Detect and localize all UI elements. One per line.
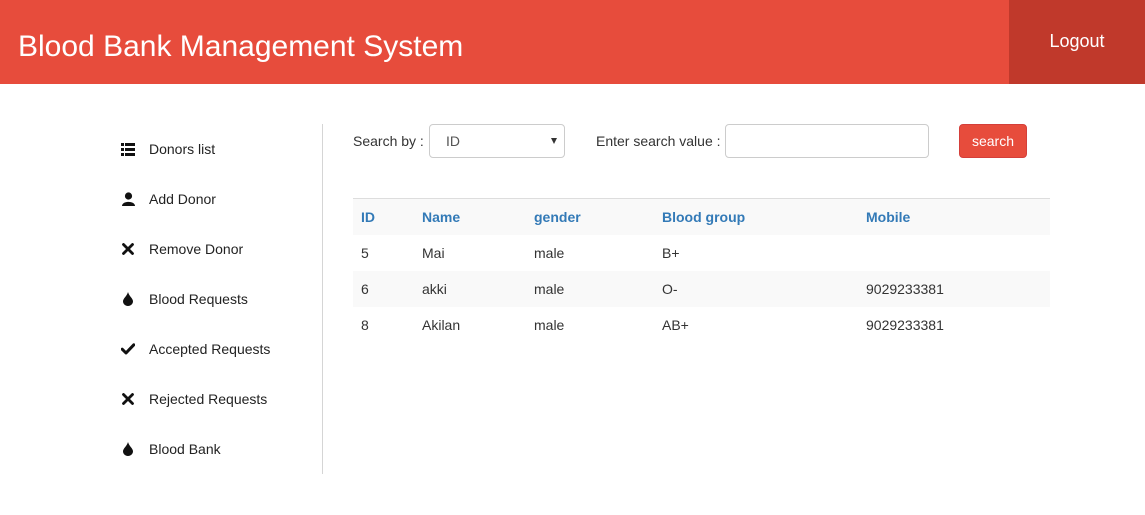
table-row: 5 Mai male B+ [353,235,1050,271]
column-header-mobile[interactable]: Mobile [866,199,910,235]
cell-name: akki [422,281,447,297]
list-icon [120,141,136,157]
table-header-row: ID Name gender Blood group Mobile [353,199,1050,235]
user-icon [120,191,136,207]
top-header: Blood Bank Management System Logout [0,0,1145,84]
remove-icon [120,241,136,257]
sidebar-item-label: Rejected Requests [149,391,268,407]
app-title: Blood Bank Management System [18,30,464,63]
column-header-gender[interactable]: gender [534,199,581,235]
cell-id: 8 [361,317,369,333]
sidebar-item-rejected-requests[interactable]: Rejected Requests [120,389,267,409]
sidebar-item-label: Remove Donor [149,241,244,257]
cell-name: Mai [422,245,445,261]
cell-blood-group: AB+ [662,317,689,333]
drop-icon [120,441,136,457]
chevron-down-icon [551,138,557,144]
sidebar-item-label: Accepted Requests [149,341,271,357]
drop-icon [120,291,136,307]
cell-id: 6 [361,281,369,297]
cell-blood-group: O- [662,281,678,297]
cell-blood-group: B+ [662,245,680,261]
cell-gender: male [534,317,565,333]
sidebar-item-remove-donor[interactable]: Remove Donor [120,239,243,259]
cell-mobile: 9029233381 [866,317,944,333]
cell-name: Akilan [422,317,461,333]
sidebar-item-label: Blood Bank [149,441,221,457]
search-button[interactable]: search [959,124,1027,158]
table-row: 8 Akilan male AB+ 9029233381 [353,307,1050,343]
search-field-select[interactable]: ID [429,124,565,158]
sidebar-item-label: Blood Requests [149,291,248,307]
sidebar-item-blood-bank[interactable]: Blood Bank [120,439,221,459]
cell-gender: male [534,245,565,261]
column-header-name[interactable]: Name [422,199,460,235]
column-header-id[interactable]: ID [361,199,375,235]
sidebar-item-donors-list[interactable]: Donors list [120,139,215,159]
search-field-selected: ID [446,133,460,149]
donors-table: ID Name gender Blood group Mobile 5 Mai … [353,198,1050,343]
sidebar-item-add-donor[interactable]: Add Donor [120,189,216,209]
cell-id: 5 [361,245,369,261]
remove-icon [120,391,136,407]
sidebar: Donors list Add Donor Remove Donor Blood… [0,124,323,474]
search-input[interactable] [725,124,929,158]
sidebar-item-blood-requests[interactable]: Blood Requests [120,289,248,309]
table-row: 6 akki male O- 9029233381 [353,271,1050,307]
sidebar-item-accepted-requests[interactable]: Accepted Requests [120,339,270,359]
search-by-label: Search by : [353,133,424,149]
check-icon [120,341,136,357]
column-header-blood-group[interactable]: Blood group [662,199,745,235]
cell-gender: male [534,281,565,297]
cell-mobile: 9029233381 [866,281,944,297]
logout-button[interactable]: Logout [1009,0,1145,84]
search-value-label: Enter search value : [596,133,721,149]
sidebar-item-label: Donors list [149,141,216,157]
sidebar-item-label: Add Donor [149,191,216,207]
